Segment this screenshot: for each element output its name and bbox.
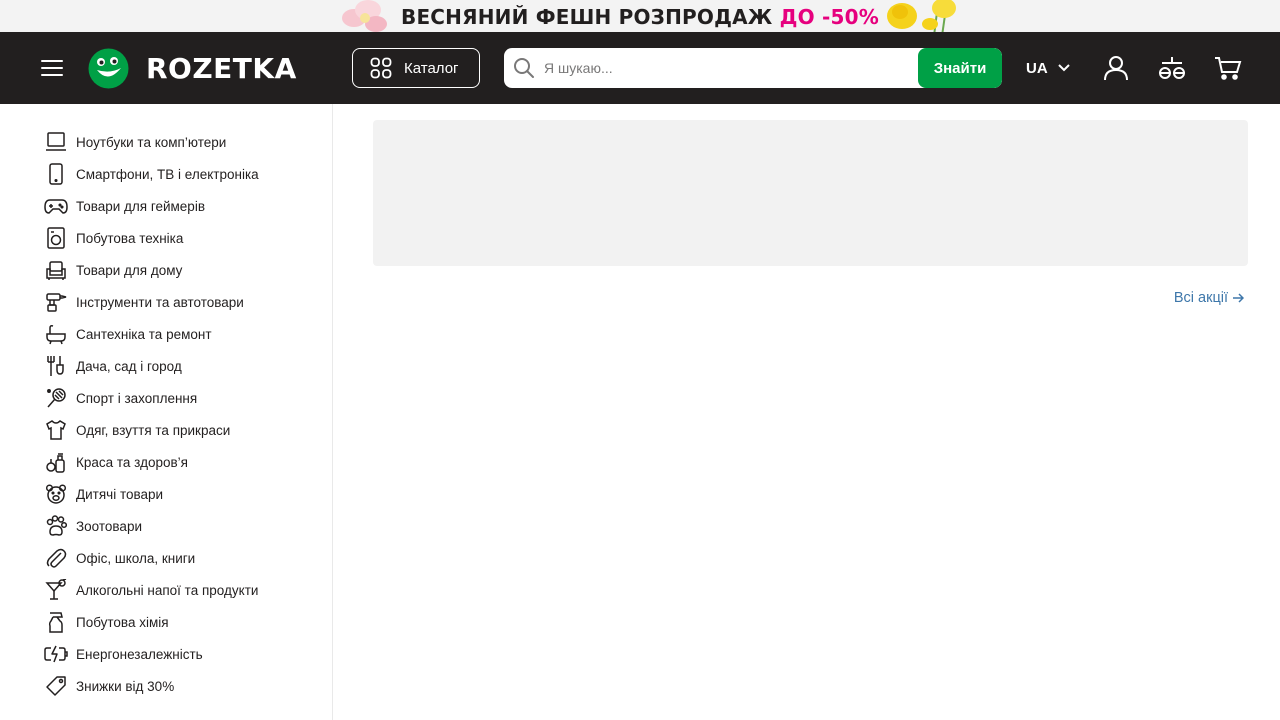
category-item-gamers[interactable]: Товари для геймерів xyxy=(44,190,259,222)
brand-logo[interactable]: ROZETKA xyxy=(88,48,297,88)
cart-icon xyxy=(1215,57,1242,80)
category-label: Зоотовари xyxy=(76,518,142,534)
chevron-down-icon xyxy=(1057,64,1070,72)
promo-slider-placeholder xyxy=(373,120,1248,266)
cart-button[interactable] xyxy=(1212,52,1244,84)
category-item-smartphones[interactable]: Смартфони, ТВ і електроніка xyxy=(44,158,259,190)
search-icon xyxy=(514,58,534,78)
menu-burger-button[interactable] xyxy=(36,52,68,84)
paw-icon xyxy=(44,514,68,538)
language-selector[interactable]: UA xyxy=(1026,56,1070,80)
category-label: Одяг, взуття та прикраси xyxy=(76,422,231,438)
catalog-button[interactable]: Каталог xyxy=(352,48,480,88)
gamepad-icon xyxy=(44,194,68,218)
category-item-sport[interactable]: Спорт і захоплення xyxy=(44,382,259,414)
category-item-garden[interactable]: Дача, сад і город xyxy=(44,350,259,382)
teddy-bear-icon xyxy=(44,482,68,506)
category-label: Дача, сад і город xyxy=(76,358,182,374)
category-item-clothes[interactable]: Одяг, взуття та прикраси xyxy=(44,414,259,446)
category-item-kids[interactable]: Дитячі товари xyxy=(44,478,259,510)
promo-discount-text: ДО -50% xyxy=(779,5,879,29)
bathtub-icon xyxy=(44,322,68,346)
category-label: Офіс, школа, книги xyxy=(76,550,196,566)
price-tag-icon xyxy=(44,674,68,698)
smartphone-icon xyxy=(44,162,68,186)
brand-name: ROZETKA xyxy=(146,51,297,85)
category-item-pets[interactable]: Зоотовари xyxy=(44,510,259,542)
language-label: UA xyxy=(1026,59,1048,77)
category-label: Побутова хімія xyxy=(76,614,169,630)
category-item-office[interactable]: Офіс, школа, книги xyxy=(44,542,259,574)
washing-machine-icon xyxy=(44,226,68,250)
arrow-right-icon xyxy=(1233,293,1244,303)
drill-icon xyxy=(44,290,68,314)
grid-icon xyxy=(370,57,392,79)
yellow-flower-decoration xyxy=(887,0,956,32)
promo-text: ВЕСНЯНИЙ ФЕШН РОЗПРОДАЖ ДО -50% xyxy=(0,0,1280,32)
all-promos-label: Всі акції xyxy=(1173,290,1228,306)
battery-charge-icon xyxy=(44,642,68,666)
category-label: Енергонезалежність xyxy=(76,646,203,662)
search-bar: Знайти xyxy=(504,48,1002,88)
category-item-plumbing[interactable]: Сантехніка та ремонт xyxy=(44,318,259,350)
category-label: Краса та здоров’я xyxy=(76,454,188,470)
armchair-icon xyxy=(44,258,68,282)
promo-banner[interactable]: ВЕСНЯНИЙ ФЕШН РОЗПРОДАЖ ДО -50% xyxy=(0,0,1280,32)
scales-icon xyxy=(1159,57,1185,79)
category-item-laptops[interactable]: Ноутбуки та комп’ютери xyxy=(44,126,259,158)
paperclip-icon xyxy=(44,546,68,570)
category-label: Дитячі товари xyxy=(76,486,164,502)
category-label: Побутова техніка xyxy=(76,230,184,246)
garden-tools-icon xyxy=(44,354,68,378)
compare-button[interactable] xyxy=(1156,52,1188,84)
cocktail-icon xyxy=(44,578,68,602)
category-item-chemicals[interactable]: Побутова хімія xyxy=(44,606,259,638)
category-item-beauty[interactable]: Краса та здоров’я xyxy=(44,446,259,478)
category-label: Знижки від 30% xyxy=(76,678,175,694)
perfume-icon xyxy=(44,450,68,474)
site-header: ROZETKA Каталог Знайти UA xyxy=(0,32,1280,104)
search-input[interactable] xyxy=(544,48,914,88)
category-label: Товари для дому xyxy=(76,262,183,278)
category-item-discounts[interactable]: Знижки від 30% xyxy=(44,670,259,702)
promo-main-text: ВЕСНЯНИЙ ФЕШН РОЗПРОДАЖ xyxy=(401,5,773,29)
search-button[interactable]: Знайти xyxy=(918,48,1002,88)
spray-bottle-icon xyxy=(44,610,68,634)
racket-icon xyxy=(44,386,68,410)
category-label: Інструменти та автотовари xyxy=(76,294,244,310)
rozetka-smile-icon xyxy=(88,48,129,88)
category-label: Алкогольні напої та продукти xyxy=(76,582,259,598)
category-sidebar: Ноутбуки та комп’ютери Смартфони, ТВ і е… xyxy=(0,104,333,720)
category-item-energy[interactable]: Енергонезалежність xyxy=(44,638,259,670)
user-icon xyxy=(1104,56,1128,81)
category-label: Товари для геймерів xyxy=(76,198,205,214)
category-item-appliances[interactable]: Побутова техніка xyxy=(44,222,259,254)
category-label: Ноутбуки та комп’ютери xyxy=(76,134,227,150)
laptop-icon xyxy=(44,130,68,154)
category-item-home[interactable]: Товари для дому xyxy=(44,254,259,286)
category-list: Ноутбуки та комп’ютери Смартфони, ТВ і е… xyxy=(44,126,259,702)
all-promos-link[interactable]: Всі акції xyxy=(1174,290,1244,306)
category-label: Сантехніка та ремонт xyxy=(76,326,212,342)
catalog-label: Каталог xyxy=(404,59,459,77)
category-label: Спорт і захоплення xyxy=(76,390,198,406)
user-account-button[interactable] xyxy=(1100,52,1132,84)
tshirt-icon xyxy=(44,418,68,442)
category-item-alcohol[interactable]: Алкогольні напої та продукти xyxy=(44,574,259,606)
category-label: Смартфони, ТВ і електроніка xyxy=(76,166,259,182)
category-item-tools[interactable]: Інструменти та автотовари xyxy=(44,286,259,318)
